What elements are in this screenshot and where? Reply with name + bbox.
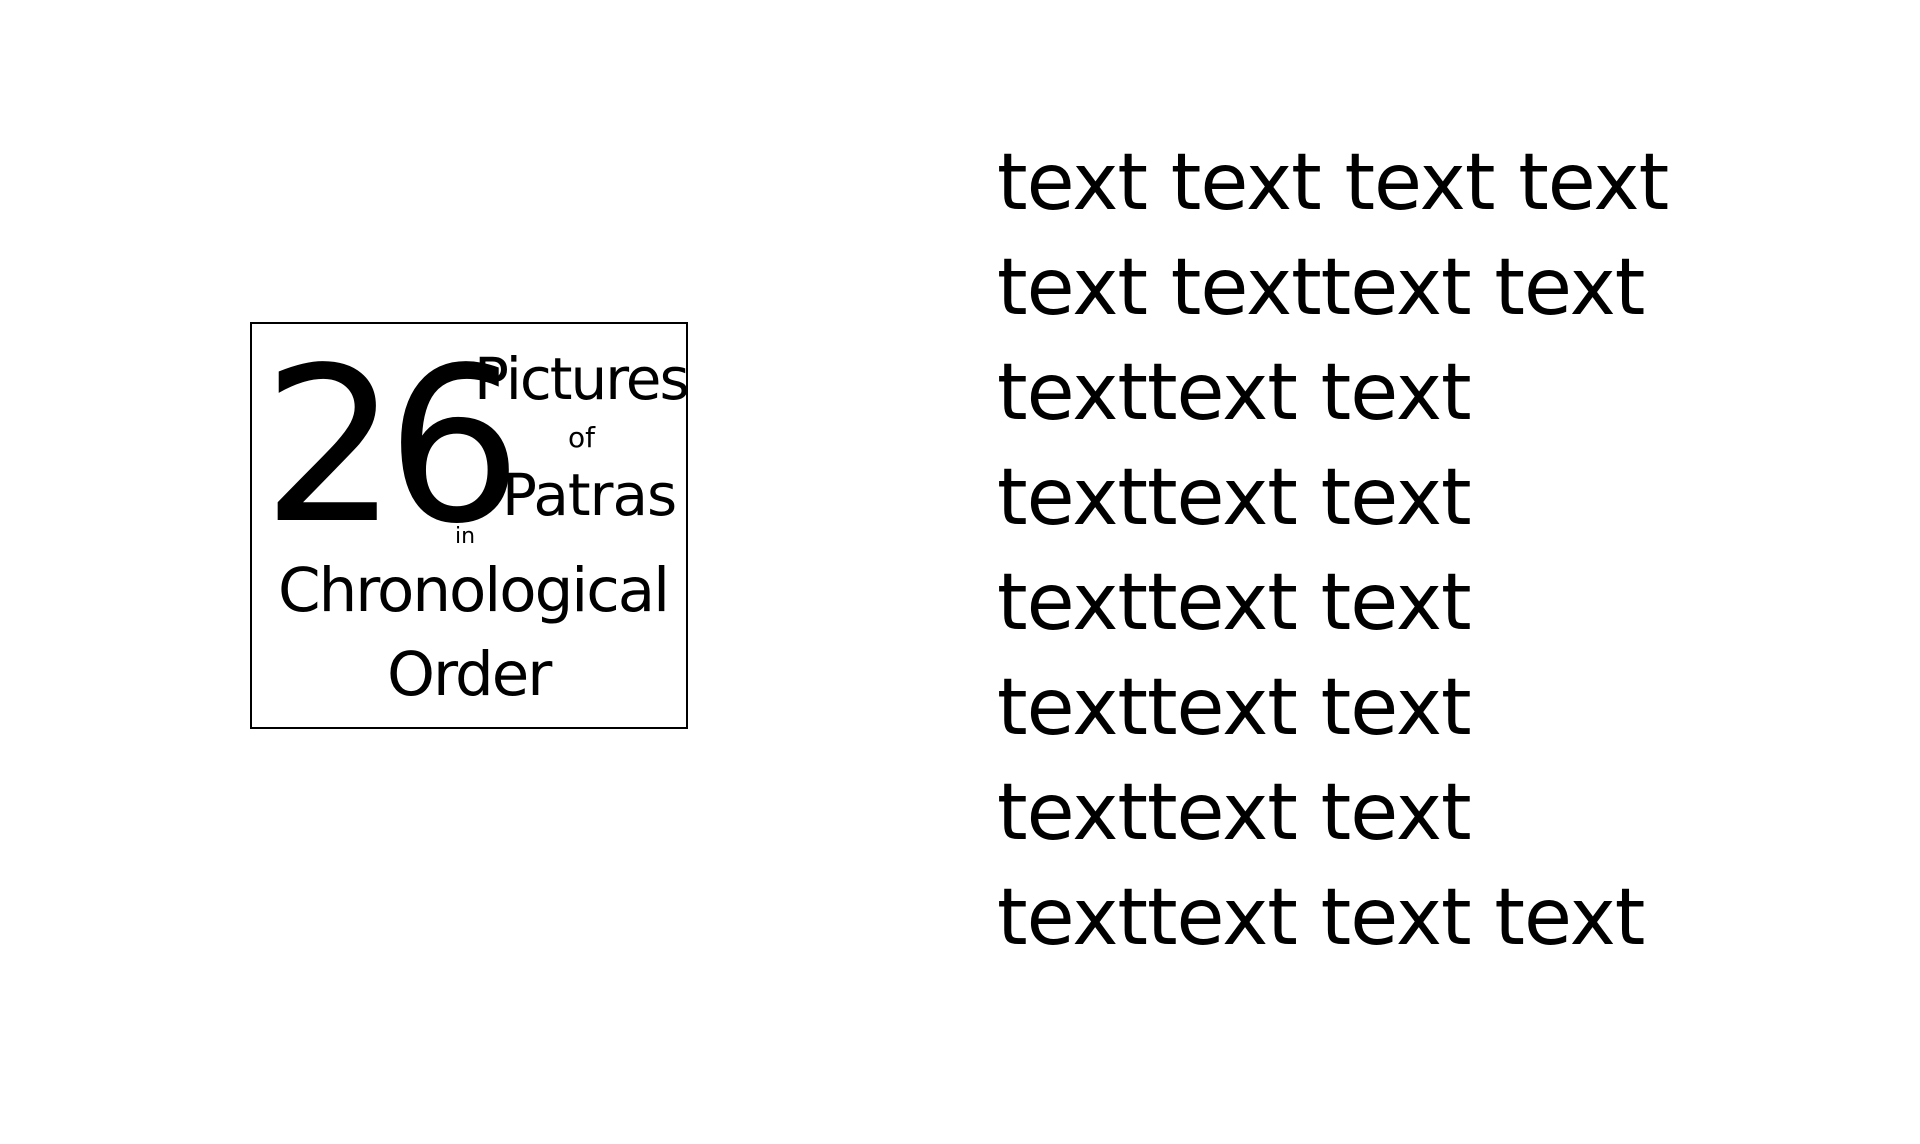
placeholder-text-block: text text text text text texttext text t… — [997, 138, 1669, 984]
title-word-order: Order — [387, 639, 552, 710]
text-line: text texttext text — [997, 243, 1645, 333]
text-line: texttext text — [997, 558, 1472, 648]
text-line: texttext text — [997, 663, 1472, 753]
text-line: texttext text — [997, 453, 1472, 543]
title-word-pictures: Pictures — [474, 345, 690, 413]
text-line: texttext text — [997, 768, 1472, 858]
text-line: text text text text — [997, 138, 1669, 228]
text-line: texttext text text — [997, 873, 1645, 963]
title-word-chronological: Chronological — [278, 555, 670, 626]
title-word-patras: Patras — [502, 461, 677, 529]
text-line: texttext text — [997, 348, 1472, 438]
title-word-of: of — [568, 421, 595, 454]
title-card: 26 Pictures of Patras in Chronological O… — [250, 322, 690, 729]
title-word-in: in — [455, 524, 476, 549]
